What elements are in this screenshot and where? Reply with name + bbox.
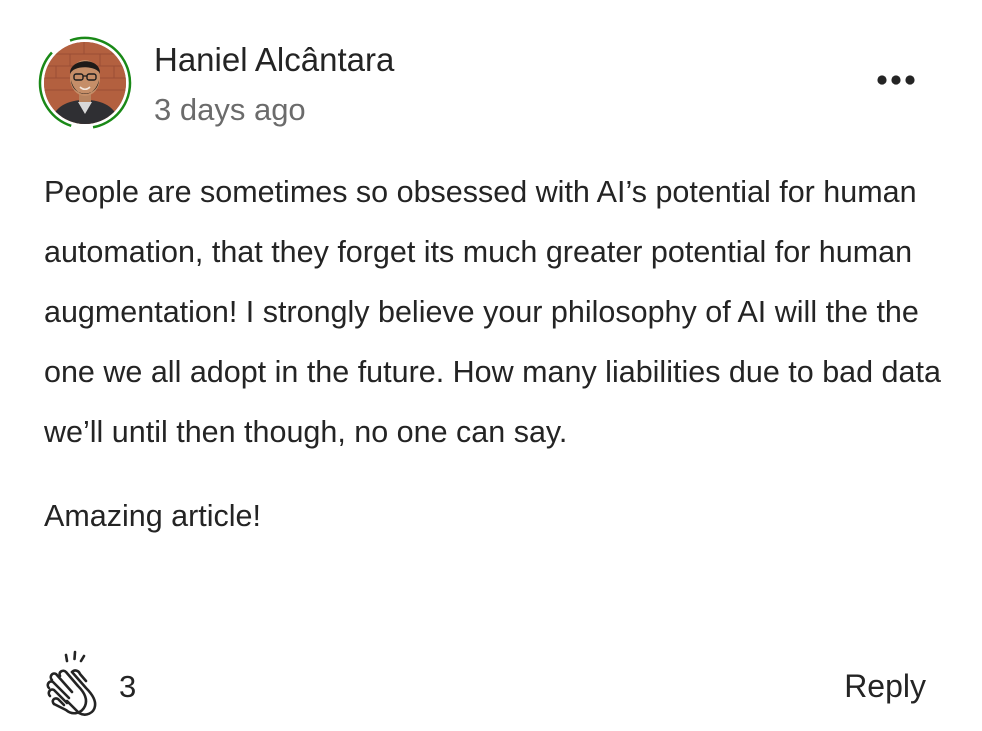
clap-count: 3 xyxy=(119,669,137,704)
avatar-photo xyxy=(44,42,126,124)
comment-body: People are sometimes so obsessed with AI… xyxy=(44,162,944,546)
clap-button[interactable] xyxy=(42,650,108,720)
comment-timestamp[interactable]: 3 days ago xyxy=(154,90,306,130)
avatar[interactable] xyxy=(38,36,132,130)
comment-card: Haniel Alcântara 3 days ago People are s… xyxy=(0,0,982,731)
author-name[interactable]: Haniel Alcântara xyxy=(154,40,394,80)
clap-icon xyxy=(46,650,97,716)
comment-paragraph: People are sometimes so obsessed with AI… xyxy=(44,175,941,449)
ellipsis-icon xyxy=(877,75,915,85)
comment-paragraph: Amazing article! xyxy=(44,499,261,533)
reply-button[interactable]: Reply xyxy=(844,666,926,706)
more-options-button[interactable] xyxy=(866,60,926,100)
